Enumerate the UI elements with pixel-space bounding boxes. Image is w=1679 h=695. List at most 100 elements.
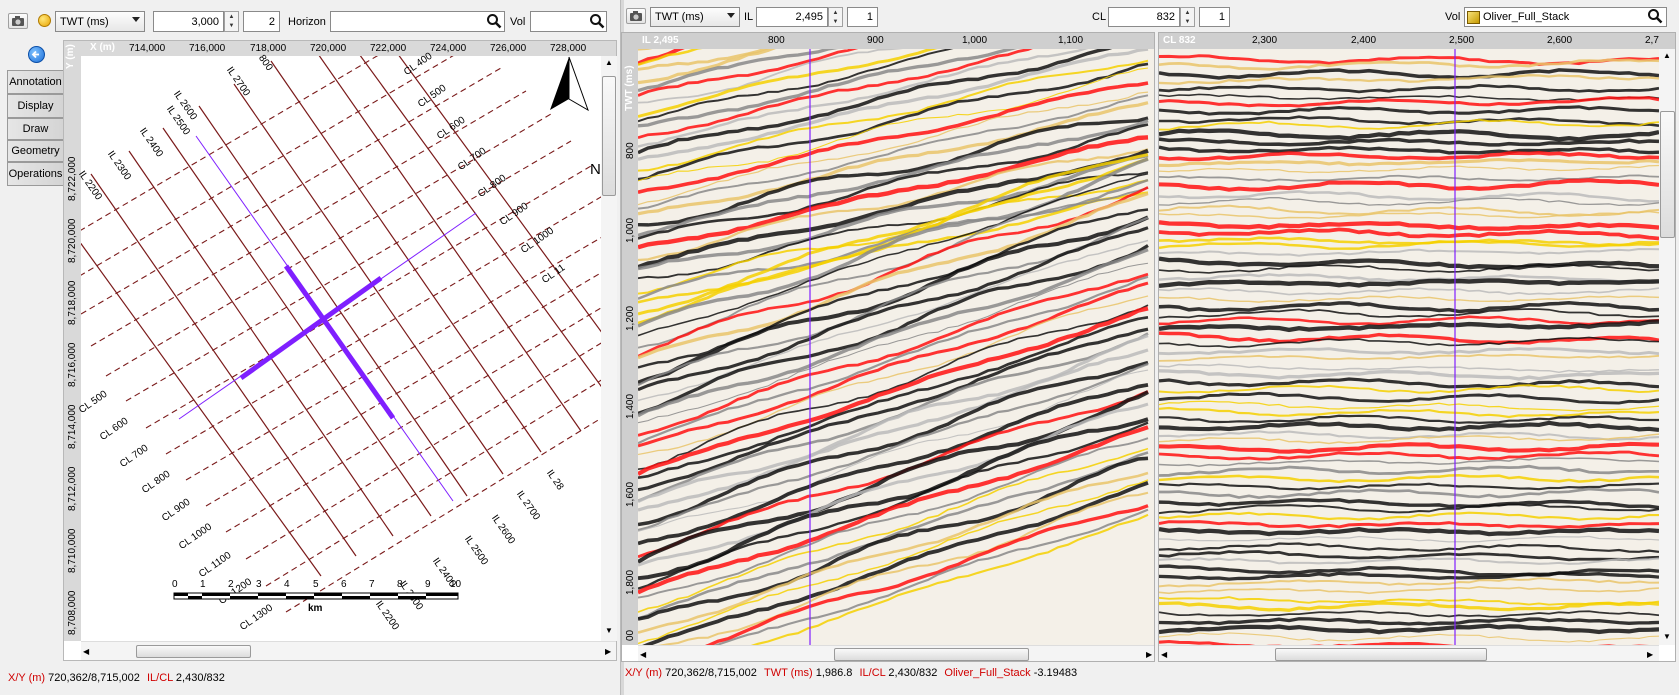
- spin-down-icon[interactable]: ▼: [1181, 17, 1194, 26]
- scroll-left-icon[interactable]: ◀: [1161, 650, 1167, 659]
- map-y-tick: 8,720,000: [67, 218, 78, 264]
- map-domain-select[interactable]: TWT (ms): [55, 11, 145, 32]
- status-twt-label: TWT (ms): [763, 667, 813, 679]
- inline-section-view[interactable]: IL 2,495 800 900 1,000 1,100 TWT (ms) 80…: [621, 32, 1155, 662]
- il-section-title: IL 2,495: [642, 35, 679, 46]
- time-field[interactable]: 3,000: [153, 11, 224, 32]
- search-icon[interactable]: [589, 13, 605, 29]
- status-twt-value: 1,986.8: [815, 667, 853, 679]
- scroll-right-icon[interactable]: ▶: [605, 647, 611, 656]
- twt-axis-bar: [622, 33, 638, 645]
- spin-up-icon[interactable]: ▲: [829, 8, 842, 17]
- cl-tick: 2,7: [1645, 35, 1659, 46]
- scale-tick: 7: [369, 579, 375, 590]
- il-step-field[interactable]: 1: [847, 7, 878, 27]
- cl-step-field[interactable]: 1: [1199, 7, 1230, 27]
- map-horizontal-scrollbar[interactable]: ◀ ▶: [81, 641, 616, 660]
- map-y-tick: 8,716,000: [67, 342, 78, 388]
- map-toolbar: TWT (ms) 3,000 ▲ ▼ 2 Horizon Vol: [0, 0, 620, 40]
- search-icon[interactable]: [486, 13, 502, 29]
- map-x-tick: 720,000: [310, 43, 347, 54]
- spin-up-icon[interactable]: ▲: [225, 12, 238, 22]
- cl-tick: 2,300: [1252, 35, 1278, 46]
- section-domain-value: TWT (ms): [655, 11, 704, 23]
- cl-section-header: [1159, 33, 1675, 49]
- tab-annotation[interactable]: Annotation: [7, 70, 63, 94]
- scale-tick: 5: [313, 579, 319, 590]
- map-x-tick: 726,000: [490, 43, 527, 54]
- scale-tick: 6: [341, 579, 347, 590]
- section-domain-select[interactable]: TWT (ms): [650, 7, 740, 27]
- side-tabs: Annotation Display Draw Geometry Operati…: [7, 70, 63, 186]
- scroll-right-icon[interactable]: ▶: [1647, 650, 1653, 659]
- map-x-axis-label: X (m): [90, 42, 115, 53]
- camera-icon[interactable]: [626, 8, 646, 24]
- il-horizontal-scrollbar[interactable]: ◀ ▶: [638, 645, 1154, 661]
- map-vertical-scrollbar[interactable]: ▲ ▼: [601, 56, 617, 641]
- map-y-tick: 8,718,000: [67, 280, 78, 326]
- status-vol-label: Oliver_Full_Stack: [944, 667, 1031, 679]
- tab-display[interactable]: Display: [7, 94, 63, 118]
- status-ilcl-value: 2,430/832: [888, 667, 938, 679]
- il-h-scroll-thumb[interactable]: [834, 648, 1029, 661]
- step-field[interactable]: 2: [243, 11, 280, 32]
- crossline-section-view[interactable]: CL 832 2,300 2,400 2,500 2,600 2,7 ▲ ▼ ◀…: [1158, 32, 1676, 662]
- status-xy-value: 720,362/8,715,002: [48, 672, 140, 684]
- seismic-interpretation-app: TWT (ms) 3,000 ▲ ▼ 2 Horizon Vol Annotati…: [0, 0, 1679, 695]
- map-y-tick: 8,714,000: [67, 404, 78, 450]
- scroll-down-icon[interactable]: ▼: [605, 626, 613, 635]
- il-tick: 1,000: [962, 35, 988, 46]
- map-x-tick: 716,000: [189, 43, 226, 54]
- cl-tick: 2,600: [1547, 35, 1573, 46]
- scroll-left-icon[interactable]: ◀: [640, 650, 646, 659]
- spin-down-icon[interactable]: ▼: [829, 17, 842, 26]
- section-vol-field[interactable]: Oliver_Full_Stack: [1464, 7, 1667, 27]
- scroll-up-icon[interactable]: ▲: [1663, 51, 1671, 60]
- tab-draw[interactable]: Draw: [7, 118, 63, 140]
- cl-spinner[interactable]: ▲ ▼: [1180, 7, 1195, 27]
- horizon-label: Horizon: [288, 16, 326, 28]
- time-spinner[interactable]: ▲ ▼: [224, 11, 239, 32]
- map-v-scroll-thumb[interactable]: [602, 76, 616, 196]
- scroll-up-icon[interactable]: ▲: [605, 58, 613, 67]
- north-arrow-icon: [550, 56, 589, 112]
- cl-horizontal-scrollbar[interactable]: ◀ ▶: [1159, 645, 1659, 661]
- scale-tick: 2: [228, 579, 234, 590]
- map-x-tick: 724,000: [430, 43, 467, 54]
- spin-up-icon[interactable]: ▲: [1181, 8, 1194, 17]
- cl-h-scroll-thumb[interactable]: [1275, 648, 1487, 661]
- tab-operations[interactable]: Operations: [7, 162, 63, 186]
- status-xy-label: X/Y (m): [8, 672, 46, 684]
- il-spinner[interactable]: ▲ ▼: [828, 7, 843, 27]
- search-icon[interactable]: [1647, 8, 1663, 24]
- selection-lines: [178, 135, 477, 502]
- twt-tick: 1,800: [625, 569, 636, 595]
- camera-icon[interactable]: [8, 13, 28, 29]
- spin-down-icon[interactable]: ▼: [225, 22, 238, 32]
- section-v-scroll-thumb[interactable]: [1660, 111, 1675, 238]
- scroll-left-icon[interactable]: ◀: [83, 647, 89, 656]
- status-ilcl-label: IL/CL: [859, 667, 886, 679]
- map-status-bar: X/Y (m) 720,362/8,715,002 IL/CL 2,430/83…: [8, 672, 225, 684]
- twt-tick: 800: [625, 142, 636, 159]
- section-vertical-scrollbar[interactable]: ▲ ▼: [1659, 49, 1675, 645]
- scroll-down-icon[interactable]: ▼: [1663, 632, 1671, 641]
- survey-grid[interactable]: [81, 56, 617, 641]
- il-field[interactable]: 2,495: [756, 7, 828, 27]
- cl-tick: 2,500: [1449, 35, 1475, 46]
- map-h-scroll-thumb[interactable]: [136, 645, 251, 658]
- inline-seismic-image[interactable]: [638, 49, 1155, 645]
- scale-tick: 3: [256, 579, 262, 590]
- section-vol-value: Oliver_Full_Stack: [1483, 11, 1570, 23]
- map-x-tick: 722,000: [370, 43, 407, 54]
- scroll-right-icon[interactable]: ▶: [1146, 650, 1152, 659]
- tab-geometry[interactable]: Geometry: [7, 140, 63, 162]
- horizon-field[interactable]: [330, 11, 505, 32]
- map-view[interactable]: X (m) Y (m) 714,000 716,000 718,000 720,…: [63, 40, 617, 661]
- crossline-seismic-image[interactable]: [1159, 49, 1659, 645]
- volume-cube-icon: [1467, 10, 1480, 24]
- inline-lines: [81, 56, 617, 577]
- cl-field[interactable]: 832: [1108, 7, 1180, 27]
- back-arrow-icon[interactable]: [28, 46, 45, 63]
- status-xy-value: 720,362/8,715,002: [665, 667, 757, 679]
